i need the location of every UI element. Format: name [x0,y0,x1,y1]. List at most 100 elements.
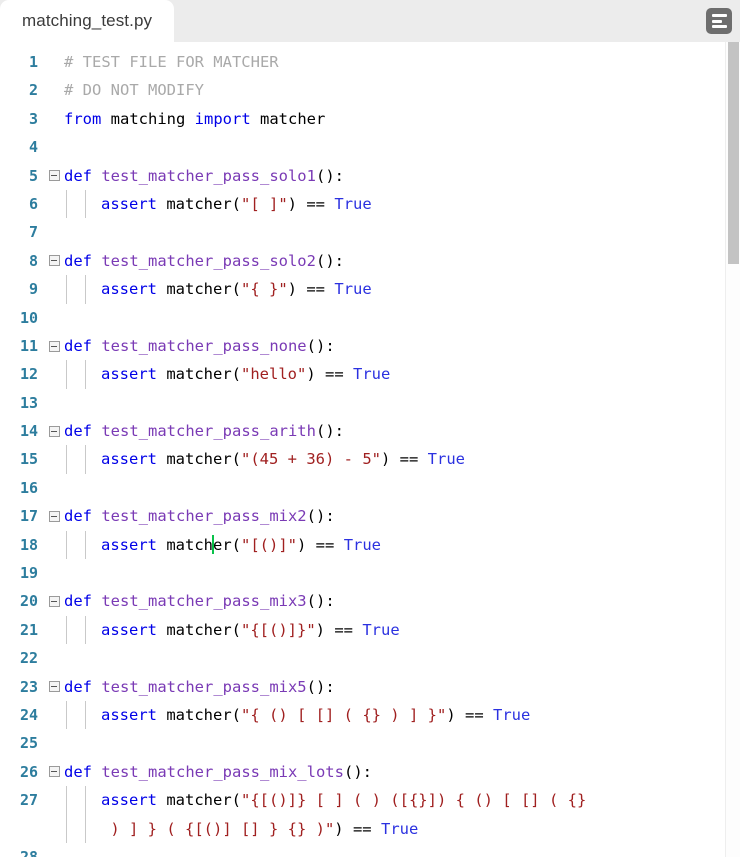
code-line[interactable]: 19 [0,559,740,587]
code-line[interactable]: 16 [0,474,740,502]
fold-toggle-icon[interactable] [44,587,64,615]
code-line[interactable]: 6 assert matcher("[ ]") == True [0,189,740,219]
code-tokens: def test_matcher_pass_mix3(): [64,592,335,610]
code-tokens: def test_matcher_pass_mix5(): [64,678,335,696]
outline-list-icon[interactable] [706,8,732,34]
code-line[interactable]: 13 [0,389,740,417]
code-text[interactable]: assert matcher("{ () [ [] ( {} ) ] }") =… [64,700,740,730]
token: assert [101,280,157,299]
code-line[interactable]: 8 def test_matcher_pass_solo2(): [0,247,740,275]
code-line[interactable]: 7 [0,218,740,246]
code-text[interactable]: ) ] } ( {[()] [] } {} )") == True [64,814,740,843]
code-text[interactable] [64,304,740,332]
code-line[interactable]: 26 def test_matcher_pass_mix_lots(): [0,758,740,786]
code-line-wrapped[interactable]: ) ] } ( {[()] [] } {} )") == True [0,814,740,843]
line-number: 19 [19,564,38,583]
fold-toggle-icon[interactable] [44,758,64,786]
code-line[interactable]: 15 assert matcher("(45 + 36) - 5") == Tru… [0,445,740,474]
vertical-scrollbar[interactable] [725,42,740,857]
fold-minus-icon[interactable] [48,255,60,267]
code-line[interactable]: 9 assert matcher("{ }") == True [0,275,740,304]
code-text[interactable]: assert matcher("{ }") == True [64,275,740,304]
line-number: 5 [28,166,38,185]
code-text[interactable]: assert matcher("{[()]} [ ] ( ) ([{}]) { … [64,786,740,815]
code-line[interactable]: 14 def test_matcher_pass_arith(): [0,417,740,445]
code-lines[interactable]: 1 # TEST FILE FOR MATCHER 2 # DO NOT MODIFY… [0,42,740,857]
code-text[interactable] [64,474,740,502]
code-line[interactable]: 23 def test_matcher_pass_mix5(): [0,673,740,701]
code-text[interactable]: # TEST FILE FOR MATCHER [64,48,740,76]
code-editor[interactable]: 1 # TEST FILE FOR MATCHER 2 # DO NOT MODIFY… [0,42,740,857]
code-text[interactable]: assert matcher("[()]") == True [64,530,740,560]
code-text[interactable] [64,389,740,417]
code-text[interactable]: assert matcher("[ ]") == True [64,189,740,219]
token: "[()]" [241,535,297,554]
fold-toggle-icon[interactable] [44,162,64,190]
code-line[interactable]: 17 def test_matcher_pass_mix2(): [0,502,740,530]
code-text[interactable]: def test_matcher_pass_solo2(): [64,247,740,275]
code-tokens [64,309,73,327]
code-text[interactable]: def test_matcher_pass_mix5(): [64,673,740,701]
indent-guide [66,814,67,843]
fold-column-spacer [44,701,64,729]
fold-minus-icon[interactable] [48,766,60,778]
token: assert [101,365,157,384]
code-text[interactable]: def test_matcher_pass_mix_lots(): [64,758,740,786]
code-line[interactable]: 2 # DO NOT MODIFY [0,76,740,104]
code-text[interactable] [64,559,740,587]
code-line[interactable]: 20 def test_matcher_pass_mix3(): [0,587,740,615]
fold-minus-icon[interactable] [48,340,60,352]
code-line[interactable]: 11 def test_matcher_pass_none(): [0,332,740,360]
code-line[interactable]: 12 assert matcher("hello") == True [0,360,740,389]
code-text[interactable]: def test_matcher_pass_arith(): [64,417,740,445]
fold-toggle-icon[interactable] [44,417,64,445]
code-line[interactable]: 25 [0,729,740,757]
scrollbar-thumb[interactable] [728,42,739,264]
code-text[interactable]: def test_matcher_pass_none(): [64,332,740,360]
token: ) [315,620,335,639]
code-text[interactable]: from matching import matcher [64,105,740,133]
token: test_matcher_pass_mix5 [101,677,307,696]
code-text[interactable]: assert matcher("(45 + 36) - 5") == True [64,445,740,474]
code-line[interactable]: 21 assert matcher("{[()]}") == True [0,615,740,645]
code-tokens [64,223,73,241]
code-text[interactable] [64,729,740,757]
code-text[interactable] [64,218,740,246]
code-line[interactable]: 18 assert matcher("[()]") == True [0,530,740,560]
fold-toggle-icon[interactable] [44,247,64,275]
token: "[ ]" [241,194,288,213]
code-line[interactable]: 10 [0,304,740,332]
token: "(45 + 36) - 5" [241,450,381,469]
fold-minus-icon[interactable] [48,425,60,437]
code-line[interactable]: 5 def test_matcher_pass_solo1(): [0,162,740,190]
fold-toggle-icon[interactable] [44,502,64,530]
code-tokens [64,394,73,412]
line-number: 16 [19,478,38,497]
code-text[interactable]: def test_matcher_pass_mix2(): [64,502,740,530]
code-text[interactable] [64,133,740,161]
fold-toggle-icon[interactable] [44,673,64,701]
code-line[interactable]: 22 [0,644,740,672]
code-text[interactable]: # DO NOT MODIFY [64,76,740,104]
fold-minus-icon[interactable] [48,170,60,182]
code-line[interactable]: 4 [0,133,740,161]
fold-minus-icon[interactable] [48,596,60,608]
tab-matching-test-py[interactable]: matching_test.py [0,0,175,42]
token: def [64,422,92,441]
code-line[interactable]: 24 assert matcher("{ () [ [] ( {} ) ] }")… [0,700,740,730]
code-text[interactable]: assert matcher("{[()]}") == True [64,615,740,645]
code-text[interactable]: def test_matcher_pass_mix3(): [64,587,740,615]
code-line[interactable]: 3 from matching import matcher [0,105,740,133]
code-line[interactable]: 28 [0,843,740,857]
token: def [64,677,92,696]
code-line[interactable]: 1 # TEST FILE FOR MATCHER [0,48,740,76]
fold-toggle-icon[interactable] [44,332,64,360]
code-text[interactable]: assert matcher("hello") == True [64,360,740,389]
fold-minus-icon[interactable] [48,510,60,522]
fold-minus-icon[interactable] [48,681,60,693]
code-text[interactable] [64,843,740,857]
code-text[interactable]: def test_matcher_pass_solo1(): [64,162,740,190]
code-line[interactable]: 27 assert matcher("{[()]} [ ] ( ) ([{}]) … [0,786,740,815]
code-text[interactable] [64,644,740,672]
